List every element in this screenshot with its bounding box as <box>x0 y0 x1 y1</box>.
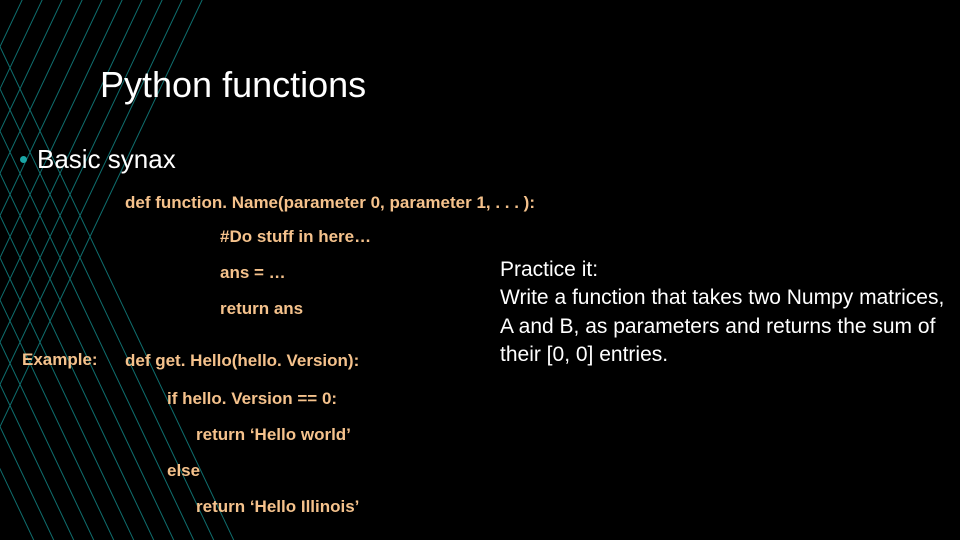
bullet-text: Basic synax <box>37 144 176 175</box>
code-line-assign: ans = … <box>220 262 286 285</box>
code-line-return: return ans <box>220 298 303 321</box>
example-line-return2: return ‘Hello Illinois’ <box>196 496 359 519</box>
bullet-icon <box>20 156 27 163</box>
example-line-def: def get. Hello(hello. Version): <box>125 350 359 373</box>
example-label: Example: <box>22 350 98 370</box>
code-line-comment: #Do stuff in here… <box>220 226 371 249</box>
practice-block: Practice it: Write a function that takes… <box>500 256 955 369</box>
example-line-return1: return ‘Hello world’ <box>196 424 351 447</box>
slide-content: Python functions Basic synax def functio… <box>0 0 960 540</box>
practice-body: Write a function that takes two Numpy ma… <box>500 284 955 369</box>
code-line-def: def function. Name(parameter 0, paramete… <box>125 192 535 215</box>
slide-title: Python functions <box>100 64 366 106</box>
bullet-item: Basic synax <box>20 144 176 175</box>
practice-title: Practice it: <box>500 256 955 284</box>
example-line-if: if hello. Version == 0: <box>167 388 337 411</box>
example-line-else: else <box>167 460 200 483</box>
